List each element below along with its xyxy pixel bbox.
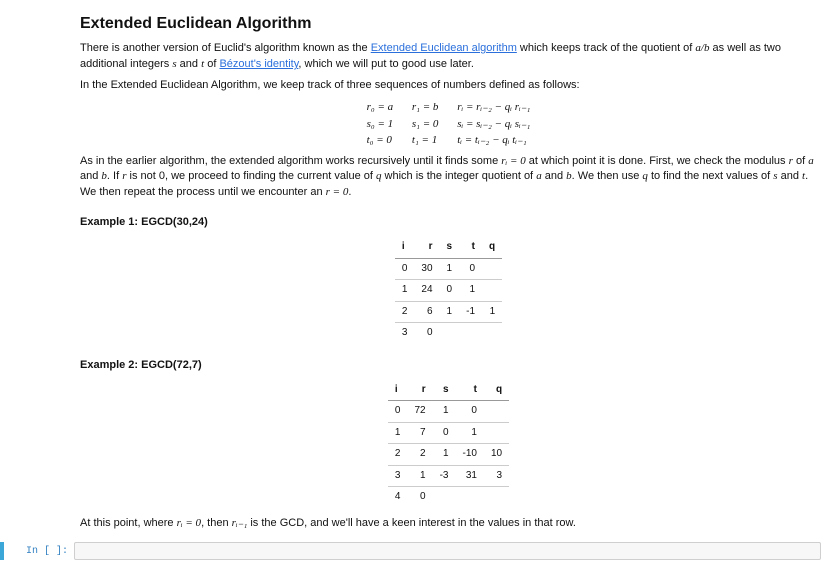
math-var: rᵢ = 0 bbox=[177, 517, 201, 529]
text: and bbox=[542, 170, 566, 182]
text: is the GCD, and we'll have a keen intere… bbox=[247, 517, 576, 529]
heading: Extended Euclidean Algorithm bbox=[80, 12, 817, 35]
col-q: q bbox=[482, 237, 502, 258]
math-col-3: rᵢ = rᵢ₋₂ − qᵢ rᵢ₋₁ sᵢ = sᵢ₋₂ − qᵢ sᵢ₋₁ … bbox=[457, 99, 530, 149]
text: There is another version of Euclid's alg… bbox=[80, 42, 371, 54]
col-s: s bbox=[433, 380, 456, 401]
table-row: 30 bbox=[395, 323, 502, 344]
text: and bbox=[177, 58, 201, 70]
text: of bbox=[204, 58, 219, 70]
col-i: i bbox=[395, 237, 415, 258]
paragraph: In the Extended Euclidean Algorithm, we … bbox=[80, 78, 817, 94]
col-t: t bbox=[459, 237, 482, 258]
text: to find the next values of bbox=[648, 170, 773, 182]
table-header: i r s t q bbox=[395, 237, 502, 258]
text: . We then use bbox=[572, 170, 643, 182]
code-cell[interactable]: In [ ]: bbox=[0, 542, 835, 560]
table-row: 12401 bbox=[395, 280, 502, 302]
table-header: i r s t q bbox=[388, 380, 509, 401]
math-var: a/b bbox=[695, 42, 709, 54]
table-row: 221-1010 bbox=[388, 444, 509, 466]
col-q: q bbox=[484, 380, 509, 401]
math-var: rᵢ = 0 bbox=[501, 155, 525, 167]
link-bezout[interactable]: Bézout's identity bbox=[219, 58, 298, 70]
link-extended-euclidean[interactable]: Extended Euclidean algorithm bbox=[371, 42, 517, 54]
math-var: r = 0 bbox=[326, 186, 349, 198]
text: and bbox=[778, 170, 802, 182]
paragraph: As in the earlier algorithm, the extende… bbox=[80, 154, 817, 202]
conclusion-paragraph: At this point, where rᵢ = 0, then rᵢ₋₁ i… bbox=[80, 516, 817, 532]
table-row: 40 bbox=[388, 487, 509, 508]
text: , which we will put to good use later. bbox=[298, 58, 473, 70]
text: At this point, where bbox=[80, 517, 177, 529]
col-s: s bbox=[440, 237, 460, 258]
text: at which point it is done. First, we che… bbox=[526, 155, 789, 167]
text: As in the earlier algorithm, the extende… bbox=[80, 155, 501, 167]
text: . bbox=[348, 186, 351, 198]
math-var: rᵢ₋₁ bbox=[232, 517, 248, 529]
example-1-title: Example 1: EGCD(30,24) bbox=[80, 215, 817, 231]
example-2-title: Example 2: EGCD(72,7) bbox=[80, 358, 817, 374]
markdown-cell: Extended Euclidean Algorithm There is an… bbox=[80, 12, 817, 532]
math-var: a bbox=[808, 155, 814, 167]
col-t: t bbox=[456, 380, 484, 401]
text: . If bbox=[107, 170, 122, 182]
table-row: 1701 bbox=[388, 422, 509, 444]
text: which is the integer quotient of bbox=[381, 170, 536, 182]
text: , then bbox=[201, 517, 232, 529]
example-2-table: i r s t q 07210 1701 221-1010 31-3313 40 bbox=[388, 380, 509, 508]
col-r: r bbox=[414, 237, 439, 258]
math-col-1: r₀ = a s₀ = 1 t₀ = 0 bbox=[367, 99, 394, 149]
math-col-2: r₁ = b s₁ = 0 t₁ = 1 bbox=[412, 99, 439, 149]
code-input[interactable] bbox=[74, 542, 821, 560]
table-row: 31-3313 bbox=[388, 465, 509, 487]
table-row: 03010 bbox=[395, 258, 502, 280]
input-prompt: In [ ]: bbox=[4, 542, 74, 560]
example-1-table: i r s t q 03010 12401 261-11 30 bbox=[395, 237, 502, 344]
intro-paragraph: There is another version of Euclid's alg… bbox=[80, 41, 817, 73]
table-row: 261-11 bbox=[395, 301, 502, 323]
col-r: r bbox=[407, 380, 432, 401]
text: which keeps track of the quotient of bbox=[517, 42, 696, 54]
text: of bbox=[793, 155, 808, 167]
table-row: 07210 bbox=[388, 401, 509, 423]
text: is not 0, we proceed to finding the curr… bbox=[126, 170, 375, 182]
text: and bbox=[80, 170, 101, 182]
col-i: i bbox=[388, 380, 408, 401]
math-equations: r₀ = a s₀ = 1 t₀ = 0 r₁ = b s₁ = 0 t₁ = … bbox=[80, 99, 817, 149]
